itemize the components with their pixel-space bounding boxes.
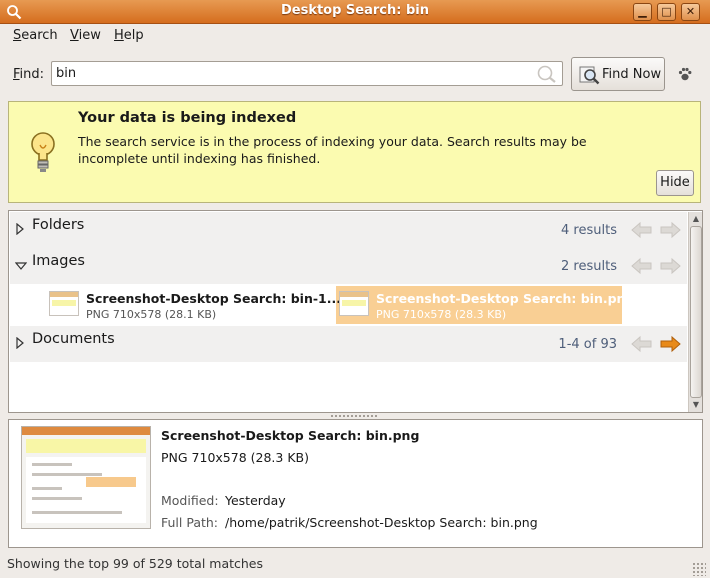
scroll-down-icon[interactable]: ▼	[690, 399, 702, 411]
category-images[interactable]: Images 2 results	[10, 248, 687, 284]
close-button[interactable]: ✕	[681, 3, 700, 21]
prev-arrow-icon[interactable]	[631, 221, 653, 239]
next-arrow-icon-active[interactable]	[659, 335, 681, 353]
modified-label: Modified:	[161, 493, 219, 508]
find-input[interactable]	[51, 61, 563, 86]
title-bar: Desktop Search: bin ▁ □ ✕	[0, 0, 710, 24]
preview-selection	[86, 477, 136, 487]
full-path-label: Full Path:	[161, 515, 219, 530]
category-images-count: 2 results	[561, 259, 617, 274]
full-path-value: /home/patrik/Screenshot-Desktop Search: …	[225, 515, 538, 530]
window-title: Desktop Search: bin	[280, 3, 430, 18]
menu-search[interactable]: Search	[13, 28, 58, 43]
scroll-up-icon[interactable]: ▲	[690, 213, 702, 225]
menu-view-mnemonic: V	[70, 28, 79, 43]
next-arrow-icon[interactable]	[659, 257, 681, 275]
category-folders[interactable]: Folders 4 results	[10, 212, 687, 248]
scrollbar-thumb[interactable]	[690, 226, 702, 398]
lightbulb-icon	[31, 132, 55, 172]
result-name-selected[interactable]: Screenshot-Desktop Search: bin.png	[376, 291, 634, 306]
status-bar: Showing the top 99 of 529 total matches	[7, 556, 263, 571]
find-now-button[interactable]: Find Now	[571, 57, 665, 91]
prev-arrow-icon[interactable]	[631, 257, 653, 275]
category-images-label: Images	[32, 253, 85, 269]
find-input-value: bin	[56, 66, 77, 81]
menu-help-mnemonic: H	[114, 28, 124, 43]
preview-line	[32, 473, 102, 476]
detail-meta: PNG 710x578 (28.3 KB)	[161, 450, 309, 465]
preview-list	[26, 457, 146, 523]
category-folders-label: Folders	[32, 217, 85, 233]
find-label-text: ind:	[19, 67, 45, 82]
minimize-button[interactable]: ▁	[633, 3, 652, 21]
result-meta-selected: PNG 710x578 (28.3 KB)	[376, 308, 507, 321]
next-arrow-icon[interactable]	[659, 221, 681, 239]
preview-line	[32, 511, 122, 514]
maximize-button[interactable]: □	[657, 3, 676, 21]
preview-thumbnail[interactable]	[21, 426, 151, 529]
results-scrollbar[interactable]: ▲ ▼	[688, 212, 702, 412]
banner-body: The search service is in the process of …	[78, 134, 587, 166]
modified-value: Yesterday	[225, 493, 286, 508]
category-documents-label: Documents	[32, 331, 115, 347]
menu-bar: Search View Help	[0, 24, 710, 48]
preview-line	[32, 487, 62, 490]
preview-line	[32, 463, 72, 466]
expander-collapsed-icon[interactable]	[15, 337, 25, 349]
pane-splitter-handle[interactable]	[330, 414, 378, 418]
menu-help[interactable]: Help	[114, 28, 144, 43]
category-documents[interactable]: Documents 1-4 of 93	[10, 326, 687, 362]
preview-titlebar	[22, 427, 150, 435]
beagle-paw-icon	[678, 67, 692, 81]
find-magnifier-icon	[579, 66, 600, 85]
menu-help-label: elp	[123, 28, 144, 43]
result-thumbnail[interactable]	[339, 291, 369, 316]
prev-arrow-icon[interactable]	[631, 335, 653, 353]
preview-line	[32, 497, 82, 500]
menu-view[interactable]: View	[70, 28, 101, 43]
expander-expanded-icon[interactable]	[15, 261, 27, 271]
indexing-banner: Your data is being indexed The search se…	[8, 101, 701, 203]
resize-grip[interactable]	[692, 562, 706, 576]
find-label: Find:	[13, 67, 44, 82]
menu-view-label: iew	[78, 28, 101, 43]
detail-title: Screenshot-Desktop Search: bin.png	[161, 428, 420, 443]
banner-heading: Your data is being indexed	[78, 110, 297, 126]
expander-collapsed-icon[interactable]	[15, 223, 25, 235]
hide-button[interactable]: Hide	[656, 170, 694, 196]
results-panel: Folders 4 results Images 2 results Scree…	[8, 210, 703, 413]
search-icon[interactable]	[534, 64, 558, 84]
result-thumbnail[interactable]	[49, 291, 79, 316]
preview-banner	[26, 439, 146, 453]
find-now-label: Find Now	[602, 67, 662, 82]
result-meta: PNG 710x578 (28.1 KB)	[86, 308, 217, 321]
category-documents-count: 1-4 of 93	[558, 337, 617, 352]
category-folders-count: 4 results	[561, 223, 617, 238]
result-name[interactable]: Screenshot-Desktop Search: bin-1....	[86, 291, 346, 306]
menu-search-label: earch	[21, 28, 58, 43]
detail-panel: Screenshot-Desktop Search: bin.png PNG 7…	[8, 419, 703, 548]
